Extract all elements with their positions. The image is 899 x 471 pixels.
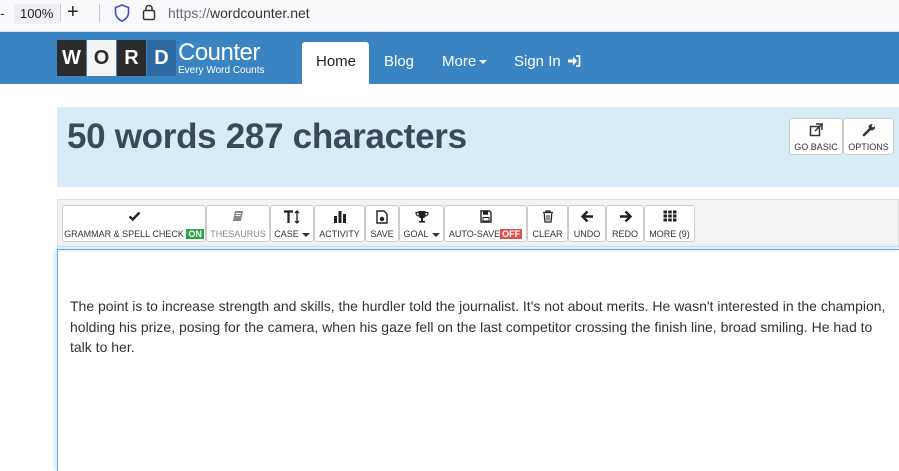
case-text: CASE: [274, 229, 299, 239]
case-button[interactable]: CASE: [270, 205, 314, 242]
caret-down-icon: [301, 232, 310, 237]
logo-tagline: Every Word Counts: [178, 65, 265, 76]
separator: [99, 4, 100, 22]
url-host: wordcounter.net: [210, 5, 310, 21]
url-scheme: https://: [168, 5, 211, 21]
bar-chart-icon: [315, 210, 364, 225]
arrow-left-icon: [569, 210, 605, 225]
grid-icon: [645, 210, 694, 225]
check-icon: [63, 210, 205, 225]
logo-tile-w: W: [57, 40, 86, 76]
go-basic-label: GO BASIC: [794, 142, 838, 152]
nav-blog-label: Blog: [384, 53, 415, 70]
thesaurus-button[interactable]: THESAURUS: [206, 205, 270, 242]
nav-sign-in-label: Sign In: [514, 53, 561, 70]
goal-label: GOAL: [400, 229, 443, 239]
auto-save-button[interactable]: AUTO-SAVE OFF: [444, 205, 527, 242]
goal-text: GOAL: [403, 229, 429, 239]
grammar-spell-check-button[interactable]: GRAMMAR & SPELL CHECK ON: [62, 205, 206, 242]
auto-save-status-badge: OFF: [500, 229, 523, 239]
lock-icon[interactable]: [142, 3, 156, 21]
editor-content[interactable]: The point is to increase strength and sk…: [70, 296, 892, 358]
address-bar[interactable]: https://wordcounter.net: [168, 5, 310, 21]
caret-down-icon: [479, 60, 488, 65]
zoom-level[interactable]: 100%: [14, 4, 60, 24]
activity-button[interactable]: ACTIVITY: [314, 205, 365, 242]
trash-icon: [528, 210, 567, 225]
clear-button[interactable]: CLEAR: [527, 205, 568, 242]
redo-button[interactable]: REDO: [606, 205, 644, 242]
trophy-icon: [400, 210, 443, 225]
book-icon: [207, 210, 269, 225]
nav-more-label: More: [442, 53, 477, 70]
nav-home-label: Home: [316, 53, 357, 70]
go-basic-button[interactable]: GO BASIC: [789, 118, 843, 155]
text-height-icon: [271, 210, 313, 225]
grammar-text: GRAMMAR & SPELL CHECK: [64, 229, 184, 239]
auto-save-label: AUTO-SAVE OFF: [445, 229, 526, 239]
separator: [60, 4, 61, 22]
logo-name: Counter: [178, 39, 260, 66]
nav-blog[interactable]: Blog: [370, 42, 428, 84]
site-navbar: W O R D Counter Every Word Counts Home B…: [0, 32, 899, 84]
wrench-icon: [844, 123, 893, 139]
logo-tile-r: R: [117, 40, 146, 76]
case-label: CASE: [271, 229, 313, 239]
caret-down-icon: [431, 232, 440, 237]
browser-toolbar: - 100% + https://wordcounter.net: [0, 0, 899, 32]
save-file-icon: [366, 210, 398, 225]
more-tools-label: MORE (9): [649, 229, 690, 239]
counter-panel: 50 words 287 characters GO BASIC OPTIONS: [57, 107, 899, 187]
activity-label: ACTIVITY: [319, 229, 360, 239]
clear-label: CLEAR: [532, 229, 563, 239]
thesaurus-label: THESAURUS: [210, 229, 266, 239]
shield-icon[interactable]: [114, 4, 130, 22]
save-button[interactable]: SAVE: [365, 205, 399, 242]
floppy-disk-icon: [445, 210, 526, 225]
grammar-label: GRAMMAR & SPELL CHECK ON: [63, 229, 205, 239]
arrow-right-icon: [607, 210, 643, 225]
nav-sign-in[interactable]: Sign In: [500, 42, 595, 84]
logo-wordmark[interactable]: Counter Every Word Counts: [178, 39, 265, 77]
logo-tile-d: D: [147, 40, 176, 76]
word-character-count: 50 words 287 characters: [67, 117, 467, 156]
options-button[interactable]: OPTIONS: [843, 118, 894, 155]
auto-save-text: AUTO-SAVE: [448, 229, 501, 239]
redo-label: REDO: [611, 229, 638, 239]
zoom-in-icon[interactable]: +: [67, 1, 79, 23]
more-tools-button[interactable]: MORE (9): [644, 205, 695, 242]
nav-home[interactable]: Home: [302, 42, 369, 84]
text-editor[interactable]: The point is to increase strength and sk…: [57, 249, 899, 471]
goal-button[interactable]: GOAL: [399, 205, 444, 242]
undo-button[interactable]: UNDO: [568, 205, 606, 242]
site-logo[interactable]: W O R D: [57, 40, 177, 76]
grammar-status-badge: ON: [186, 229, 204, 239]
external-link-icon: [790, 123, 842, 139]
zoom-out-icon[interactable]: -: [0, 5, 5, 21]
logo-tile-o: O: [87, 40, 116, 76]
undo-label: UNDO: [573, 229, 601, 239]
save-label: SAVE: [370, 229, 394, 239]
sign-in-icon: [567, 55, 581, 67]
nav-more[interactable]: More: [428, 42, 501, 84]
editor-toolbar: GRAMMAR & SPELL CHECK ON THESAURUS CASE …: [57, 199, 899, 247]
options-label: OPTIONS: [848, 142, 889, 152]
